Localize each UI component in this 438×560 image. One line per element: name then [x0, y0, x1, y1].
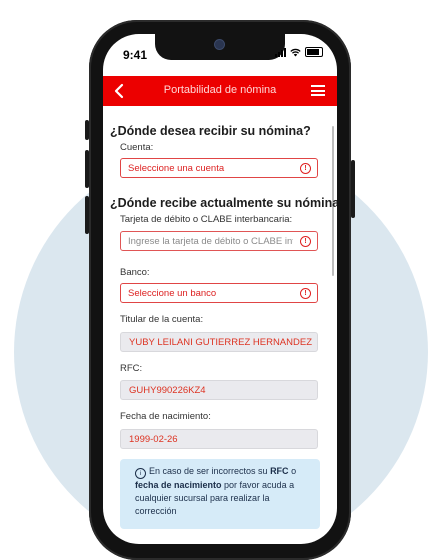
wifi-icon: [290, 48, 301, 56]
account-label: Cuenta:: [120, 142, 154, 153]
phone-side-button: [85, 150, 89, 188]
alert-icon: !: [300, 288, 311, 299]
info-text: En caso de ser incorrectos su: [149, 466, 271, 476]
dob-value: 1999-02-26: [129, 434, 178, 445]
account-select[interactable]: Seleccione una cuenta !: [120, 158, 318, 178]
info-text: o: [288, 466, 297, 476]
bank-label: Banco:: [120, 267, 150, 278]
phone-side-button: [85, 120, 89, 140]
camera-icon: [215, 40, 224, 49]
status-bar: 9:41: [103, 34, 337, 76]
phone-screen: 9:41 Portabilidad de nómina ¿Dónde desea…: [103, 34, 337, 544]
notch: [155, 34, 285, 60]
section-heading-current: ¿Dónde recibe actualmente su nómina?: [110, 196, 337, 210]
card-placeholder: Ingrese la tarjeta de débito o CLABE int…: [128, 236, 293, 247]
rfc-label: RFC:: [120, 363, 143, 374]
phone-side-button: [351, 160, 355, 218]
status-icons: [275, 47, 323, 57]
info-icon: i: [135, 468, 146, 479]
signal-icon: [275, 47, 286, 57]
info-notice: i En caso de ser incorrectos su RFC o fec…: [120, 459, 320, 529]
holder-field: YUBY LEILANI GUTIERREZ HERNANDEZ: [120, 332, 318, 352]
holder-value: YUBY LEILANI GUTIERREZ HERNANDEZ: [129, 337, 313, 348]
info-rfc: RFC: [270, 466, 289, 476]
hamburger-menu-icon[interactable]: [311, 85, 325, 96]
phone-side-button: [85, 196, 89, 234]
form-content: ¿Dónde desea recibir su nómina? Cuenta: …: [103, 106, 337, 544]
rfc-value: GUHY990226KZ4: [129, 385, 206, 396]
card-input[interactable]: Ingrese la tarjeta de débito o CLABE int…: [120, 231, 318, 251]
dob-label: Fecha de nacimiento:: [120, 411, 211, 422]
section-heading-destination: ¿Dónde desea recibir su nómina?: [110, 124, 311, 138]
card-label: Tarjeta de débito o CLABE interbancaria:: [120, 214, 293, 225]
alert-icon: !: [300, 163, 311, 174]
page-title: Portabilidad de nómina: [163, 84, 277, 96]
battery-icon: [305, 47, 323, 57]
holder-label: Titular de la cuenta:: [120, 314, 204, 325]
status-time: 9:41: [123, 48, 148, 62]
rfc-field: GUHY990226KZ4: [120, 380, 318, 400]
app-header: Portabilidad de nómina: [103, 76, 337, 106]
alert-icon: !: [300, 236, 311, 247]
account-placeholder: Seleccione una cuenta: [128, 163, 225, 174]
info-dob: fecha de nacimiento: [135, 480, 222, 490]
bank-placeholder: Seleccione un banco: [128, 288, 217, 299]
bank-select[interactable]: Seleccione un banco !: [120, 283, 318, 303]
dob-field: 1999-02-26: [120, 429, 318, 449]
